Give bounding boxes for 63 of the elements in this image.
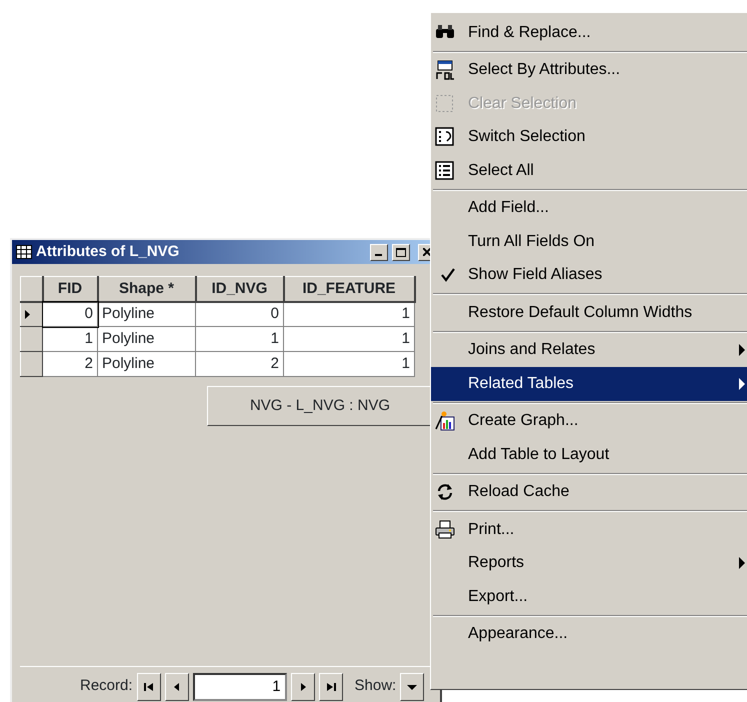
printer-icon [435, 520, 455, 540]
table-cell: 2 [42, 352, 98, 376]
column-header[interactable]: ID_FEATURE [284, 276, 414, 302]
table-cell: 0 [42, 302, 98, 326]
maximize-icon [396, 248, 406, 256]
table-cell: 1 [284, 302, 414, 326]
menu-item[interactable]: Select All [431, 154, 747, 188]
menu-item[interactable]: Print... [431, 513, 747, 546]
menu-item[interactable]: Add Table to Layout [431, 438, 747, 472]
table-cell: 2 [196, 352, 284, 376]
menu-item[interactable]: Restore Default Column Widths [431, 296, 747, 330]
next-record-button[interactable] [290, 672, 315, 700]
previous-record-button[interactable] [164, 672, 189, 700]
menu-item[interactable]: Appearance... [431, 618, 747, 651]
last-icon [326, 682, 336, 692]
menu-item[interactable]: Create Graph... [431, 404, 747, 438]
table-cell: Polyline [98, 326, 196, 352]
row-selector[interactable] [20, 302, 42, 326]
table-cell: 0 [196, 302, 284, 326]
window-title: Attributes of L_NVG [36, 242, 180, 262]
minimize-button[interactable] [370, 244, 388, 260]
menu-item[interactable]: Switch Selection [431, 120, 747, 154]
menu-item[interactable]: Export... [431, 580, 747, 614]
row-selector-header [20, 276, 42, 302]
menu-item[interactable]: Joins and Relates [431, 334, 747, 367]
table-cell: 1 [42, 326, 98, 352]
first-record-button[interactable] [136, 672, 161, 700]
table-cell: 1 [284, 352, 414, 376]
last-record-button[interactable] [318, 672, 343, 700]
table-icon [16, 245, 32, 259]
first-icon [144, 682, 154, 692]
column-header[interactable]: ID_NVG [196, 276, 284, 302]
menu-item[interactable]: Reload Cache [431, 476, 747, 509]
menu-item[interactable]: Reports [431, 546, 747, 580]
submenu-item[interactable]: NVG - L_NVG : NVG [250, 394, 390, 418]
menu-item[interactable]: Select By Attributes... [431, 54, 747, 87]
clear-selection-icon [435, 94, 455, 114]
close-icon [423, 248, 431, 256]
menu-item[interactable]: Find & Replace... [431, 16, 747, 50]
sql-icon [435, 60, 455, 80]
column-header[interactable]: Shape * [98, 276, 196, 302]
refresh-icon [435, 482, 455, 502]
menu-item[interactable]: Add Field... [431, 192, 747, 225]
table-cell: 1 [196, 326, 284, 352]
switch-selection-icon [435, 127, 455, 148]
table-cell: Polyline [98, 352, 196, 376]
maximize-button[interactable] [392, 244, 410, 260]
column-header[interactable]: FID [42, 276, 98, 302]
menu-item[interactable]: Related Tables [431, 367, 747, 400]
menu-item[interactable]: Turn All Fields On [431, 225, 747, 258]
previous-icon [172, 682, 182, 692]
show-label: Show: [354, 676, 396, 696]
table-cell: 1 [284, 326, 414, 352]
row-selector[interactable] [20, 352, 42, 376]
record-field[interactable]: 1 [192, 672, 287, 700]
row-selector[interactable] [20, 326, 42, 352]
current-row-icon [25, 310, 30, 319]
table-cell: Polyline [98, 302, 196, 326]
show-dropdown-button[interactable] [400, 672, 424, 700]
menu-item[interactable]: Show Field Aliases [431, 258, 747, 292]
record-label: Record: [80, 676, 133, 696]
list-icon [435, 160, 455, 181]
graph-icon [435, 411, 455, 432]
